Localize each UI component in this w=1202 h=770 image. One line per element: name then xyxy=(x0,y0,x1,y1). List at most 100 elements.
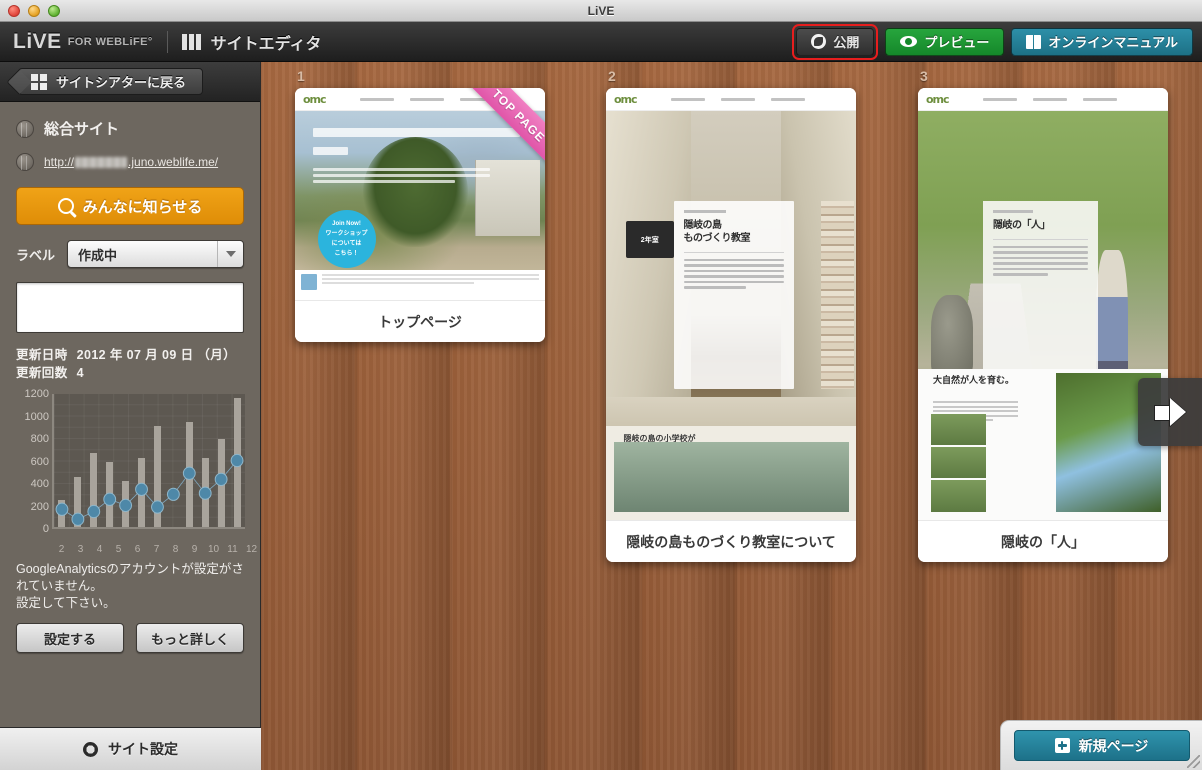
lower-thumbs-3 xyxy=(930,413,986,512)
publish-button-label: 公開 xyxy=(833,35,860,50)
page-card-3: 3 omc 隠岐の「人」 大自然が人を育む。 隠岐の「人」 xyxy=(918,68,1168,562)
resize-grip[interactable] xyxy=(1187,755,1200,768)
chart-line-markers xyxy=(54,394,245,527)
chart-y-tick: 600 xyxy=(30,455,49,468)
label-select[interactable]: 作成中 xyxy=(67,240,244,268)
page-card-1: 1 omc Join Now! ワークショップ については こちら！ TOP P… xyxy=(295,68,545,342)
online-manual-button[interactable]: オンラインマニュアル xyxy=(1011,27,1193,56)
chart-data-point xyxy=(199,487,211,499)
chart-plot-area: 0 200 400 600 800 1000 1200 xyxy=(16,388,245,542)
chart-y-tick: 1200 xyxy=(24,388,49,400)
new-page-button[interactable]: 新規ページ xyxy=(1013,730,1190,761)
publish-button[interactable]: 公開 xyxy=(796,27,875,56)
chart-x-tick: 5 xyxy=(115,544,122,555)
publish-button-highlight: 公開 xyxy=(792,23,879,60)
publish-globe-icon xyxy=(811,34,827,49)
chart-data-point xyxy=(152,501,164,513)
mini-logo-3: omc xyxy=(926,92,950,106)
gear-icon xyxy=(83,741,98,757)
chart-data-point xyxy=(167,488,179,500)
memo-input[interactable] xyxy=(16,282,244,333)
eye-icon xyxy=(900,36,918,47)
chart-y-tick: 400 xyxy=(30,478,49,490)
brand-live-label: LiVE xyxy=(13,29,62,53)
page-number-1: 1 xyxy=(297,68,305,84)
site-url-redacted xyxy=(75,156,128,168)
pages-canvas: 1 omc Join Now! ワークショップ については こちら！ TOP P… xyxy=(261,62,1202,770)
mini-logo-1: omc xyxy=(303,92,327,106)
online-manual-label: オンラインマニュアル xyxy=(1048,35,1178,50)
site-globe-icon xyxy=(16,119,34,138)
mini-nav-links-1 xyxy=(359,97,494,101)
join-now-badge[interactable]: Join Now! ワークショップ については こちら！ xyxy=(317,209,376,268)
page-thumbnail-2[interactable]: omc 2年室 隠岐の島 ものづくり教室 隠岐の島の小学校が 隠岐の島ものづくり… xyxy=(606,88,856,562)
label-row: ラベル 作成中 xyxy=(16,240,244,268)
lower-title-3: 大自然が人を育む。 xyxy=(933,374,1015,385)
chart-plot xyxy=(52,394,245,529)
chart-data-point xyxy=(88,505,100,517)
panel-rule-3 xyxy=(993,238,1088,240)
window-title: LiVE xyxy=(587,3,615,18)
stone-lantern xyxy=(930,295,973,377)
chart-x-tick: 7 xyxy=(153,544,160,555)
chart-x-axis: 234567891011121 xyxy=(52,544,280,555)
google-analytics-buttons: 設定する もっと詳しく xyxy=(16,623,244,653)
page-label-2: 隠岐の島ものづくり教室について xyxy=(606,520,856,562)
chart-x-tick: 11 xyxy=(227,544,238,555)
updated-date-key: 更新日時 xyxy=(16,348,68,362)
update-count-row: 更新回数 4 xyxy=(16,364,244,382)
update-count-key: 更新回数 xyxy=(16,366,68,380)
site-url-link[interactable]: http:// .juno.weblife.me/ xyxy=(44,155,218,169)
label-caption: ラベル xyxy=(16,247,56,263)
panel-body-3 xyxy=(993,245,1088,276)
brand: LiVE FOR WEBLiFE° サイトエディタ xyxy=(13,30,322,54)
chart-y-tick: 1000 xyxy=(24,410,49,423)
notify-everyone-button[interactable]: みんなに知らせる xyxy=(16,187,244,225)
chart-data-point xyxy=(72,513,84,525)
google-analytics-note: GoogleAnalyticsのアカウントが設定がされていません。 設定して下さ… xyxy=(16,562,244,610)
back-to-site-theater-button[interactable]: サイトシアターに戻る xyxy=(18,68,204,95)
hero-panel-2: 隠岐の島 ものづくり教室 xyxy=(673,200,794,390)
page-title: サイトエディタ xyxy=(210,35,322,53)
notify-button-label: みんなに知らせる xyxy=(82,198,203,216)
site-settings-button[interactable]: サイト設定 xyxy=(0,727,261,770)
site-settings-label: サイト設定 xyxy=(108,741,178,757)
chart-y-tick: 200 xyxy=(30,500,49,513)
page-number-3: 3 xyxy=(920,68,928,84)
panel-title-2a: 隠岐の島 xyxy=(683,219,723,231)
footer-thumb-icon xyxy=(301,274,317,290)
page-thumbnail-1[interactable]: omc Join Now! ワークショップ については こちら！ TOP PAG… xyxy=(295,88,545,342)
configure-analytics-button[interactable]: 設定する xyxy=(16,623,124,653)
next-page-arrow-button[interactable] xyxy=(1138,378,1202,446)
site-url-row: http:// .juno.weblife.me/ xyxy=(16,153,244,171)
plus-icon xyxy=(1054,738,1070,753)
panel-eyebrow-2 xyxy=(683,209,726,213)
footer-text-lines xyxy=(322,274,539,286)
chart-data-point xyxy=(215,473,227,485)
chart-y-tick: 0 xyxy=(42,523,49,535)
lower-photo-2 xyxy=(613,442,849,512)
mini-nav-links-3 xyxy=(982,97,1117,101)
analytics-details-button[interactable]: もっと詳しく xyxy=(136,623,244,653)
page-preview-2: omc 2年室 隠岐の島 ものづくり教室 隠岐の島の小学校が xyxy=(606,88,856,520)
chart-x-tick: 6 xyxy=(134,544,141,555)
chart-y-tick: 800 xyxy=(30,433,49,445)
chart-x-tick: 12 xyxy=(245,544,258,555)
footer-strip-1 xyxy=(295,270,545,300)
chart-x-tick: 2 xyxy=(58,544,65,555)
corridor-posters xyxy=(821,200,854,390)
update-count-value: 4 xyxy=(76,366,84,380)
page-card-2: 2 omc 2年室 隠岐の島 ものづくり教室 隠岐の島の小学校が 隠岐の島ものづ… xyxy=(606,68,856,562)
back-button-label: サイトシアターに戻る xyxy=(56,75,187,90)
chart-x-tick: 4 xyxy=(96,544,103,555)
page-thumbnail-3[interactable]: omc 隠岐の「人」 大自然が人を育む。 隠岐の「人」 xyxy=(918,88,1168,562)
preview-button-label: プレビュー xyxy=(924,35,990,50)
site-name-row: 総合サイト xyxy=(16,118,244,139)
hero-image-1: Join Now! ワークショップ については こちら！ xyxy=(295,111,545,300)
page-label-3: 隠岐の「人」 xyxy=(918,520,1168,562)
site-name: 総合サイト xyxy=(44,121,120,138)
chart-data-point xyxy=(183,467,195,479)
hero-body-text-1 xyxy=(312,167,490,186)
chart-x-tick: 9 xyxy=(191,544,198,555)
preview-button[interactable]: プレビュー xyxy=(885,27,1005,56)
